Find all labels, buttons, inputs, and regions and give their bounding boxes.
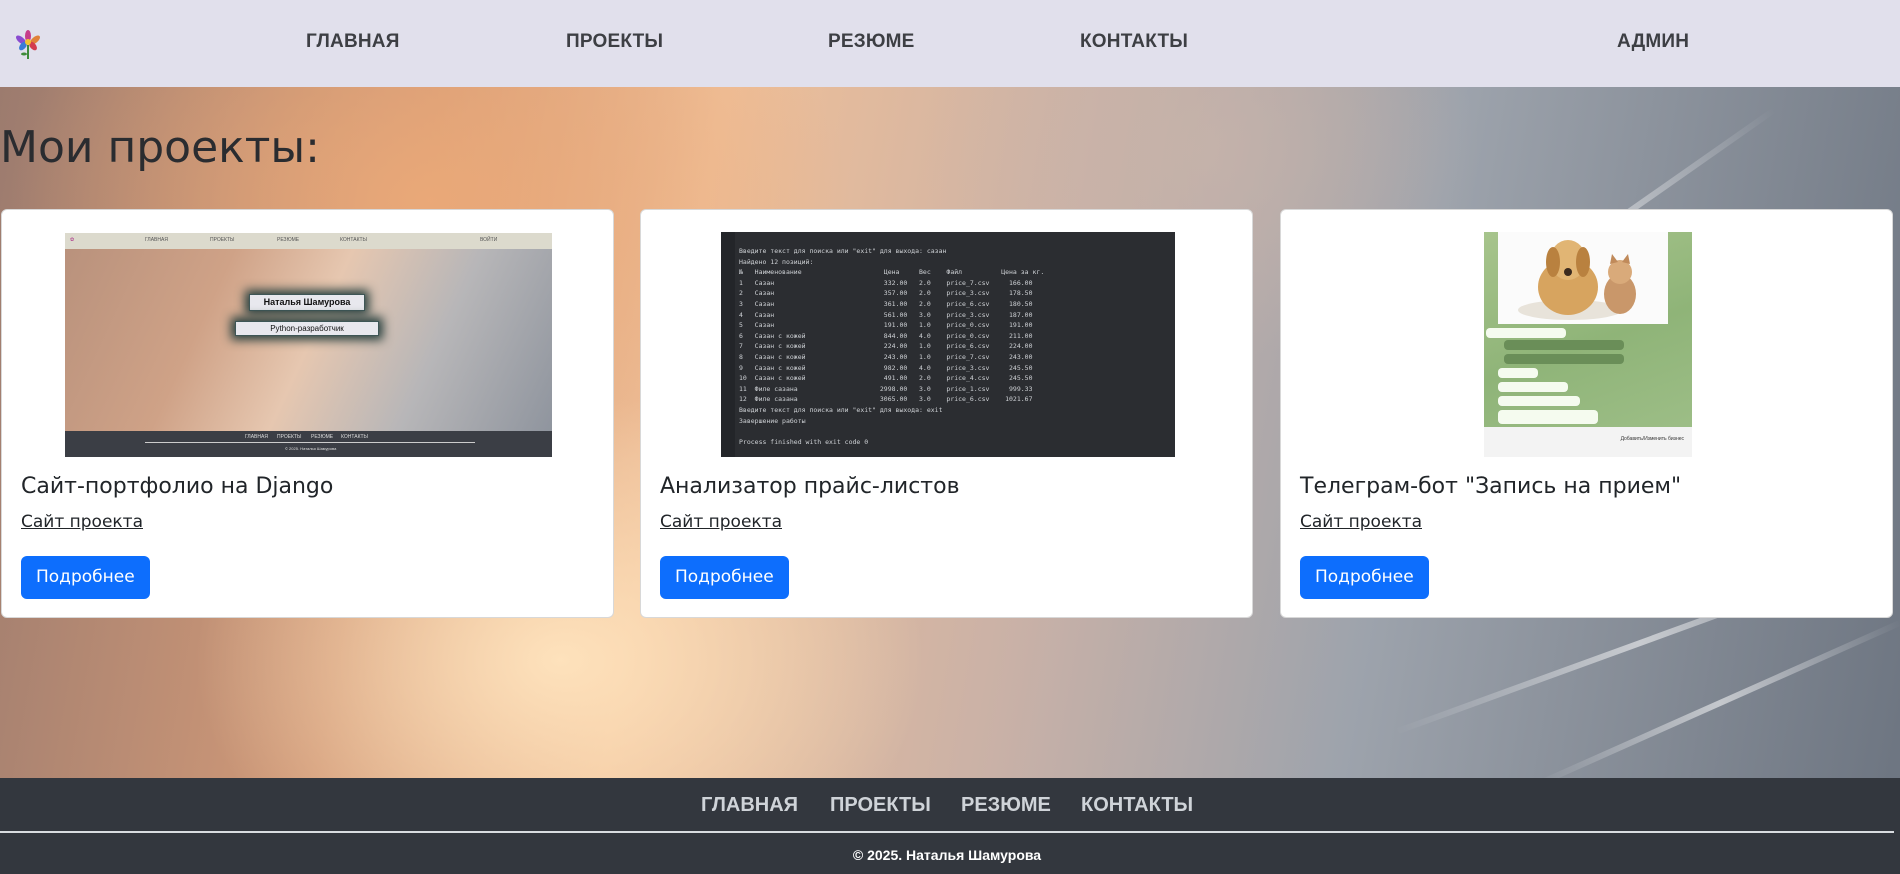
flower-logo-icon[interactable] bbox=[14, 28, 42, 60]
thumb-footer-divider bbox=[145, 442, 475, 443]
terminal-sidebar bbox=[721, 232, 735, 457]
thumb-nav-item: ВОЙТИ bbox=[480, 237, 498, 243]
nav-projects[interactable]: ПРОЕКТЫ bbox=[566, 31, 663, 53]
terminal-output: Введите текст для поиска или "exit" для … bbox=[739, 247, 1045, 446]
footer-link-resume[interactable]: РЕЗЮМЕ bbox=[961, 794, 1051, 817]
project-screenshot: Добавить/Изменить бизнес bbox=[1484, 232, 1692, 457]
nav-home[interactable]: ГЛАВНАЯ bbox=[306, 31, 400, 53]
card-title: Телеграм-бот "Запись на прием" bbox=[1300, 474, 1682, 499]
project-card: Введите текст для поиска или "exit" для … bbox=[640, 209, 1253, 618]
details-button[interactable]: Подробнее bbox=[1300, 556, 1429, 599]
copyright: © 2025. Наталья Шамурова bbox=[852, 847, 1042, 863]
chat-message bbox=[1498, 368, 1538, 378]
thumb-footer-link: ГЛАВНАЯ bbox=[245, 434, 268, 440]
project-screenshot: ✿ ГЛАВНАЯ ПРОЕКТЫ РЕЗЮМЕ КОНТАКТЫ ВОЙТИ … bbox=[65, 233, 552, 457]
project-site-link[interactable]: Сайт проекта bbox=[1300, 512, 1422, 532]
project-screenshot: Введите текст для поиска или "exit" для … bbox=[721, 232, 1175, 457]
chat-message bbox=[1498, 410, 1598, 424]
chat-message bbox=[1498, 396, 1580, 406]
thumb-footer-link: КОНТАКТЫ bbox=[341, 434, 368, 440]
page-title: Мои проекты: bbox=[0, 122, 320, 173]
footer-link-contacts[interactable]: КОНТАКТЫ bbox=[1081, 794, 1193, 817]
footer-link-projects[interactable]: ПРОЕКТЫ bbox=[830, 794, 931, 817]
dog-cat-photo bbox=[1498, 232, 1668, 324]
dog-cat-image bbox=[1518, 240, 1636, 320]
thumb-footer-link: РЕЗЮМЕ bbox=[311, 434, 334, 440]
chat-input-bar: Добавить/Изменить бизнес bbox=[1484, 427, 1692, 457]
project-card: Добавить/Изменить бизнес Телеграм-бот "З… bbox=[1280, 209, 1893, 618]
nav-resume[interactable]: РЕЗЮМЕ bbox=[828, 31, 915, 53]
thumb-nav-item: РЕЗЮМЕ bbox=[277, 237, 300, 243]
flower-logo-icon: ✿ bbox=[70, 237, 75, 243]
thumb-footer-link: ПРОЕКТЫ bbox=[277, 434, 302, 440]
footer: ГЛАВНАЯ ПРОЕКТЫ РЕЗЮМЕ КОНТАКТЫ © 2025. … bbox=[0, 778, 1900, 874]
thumb-footer: ГЛАВНАЯ ПРОЕКТЫ РЕЗЮМЕ КОНТАКТЫ © 2025. … bbox=[65, 431, 552, 457]
project-site-link[interactable]: Сайт проекта bbox=[660, 512, 782, 532]
bot-menu-button: Добавить/Изменить бизнес bbox=[1620, 436, 1684, 442]
thumb-nav-item: ГЛАВНАЯ bbox=[145, 237, 168, 243]
footer-link-home[interactable]: ГЛАВНАЯ bbox=[701, 794, 798, 817]
project-site-link[interactable]: Сайт проекта bbox=[21, 512, 143, 532]
details-button[interactable]: Подробнее bbox=[21, 556, 150, 599]
inline-button bbox=[1504, 354, 1624, 364]
details-button[interactable]: Подробнее bbox=[660, 556, 789, 599]
thumb-role-box: Python-разработчик bbox=[235, 321, 379, 336]
chat-message bbox=[1486, 328, 1566, 338]
thumb-nav-item: ПРОЕКТЫ bbox=[210, 237, 235, 243]
inline-button bbox=[1504, 340, 1624, 350]
nav-admin[interactable]: АДМИН bbox=[1617, 31, 1689, 53]
thumb-nav-item: КОНТАКТЫ bbox=[340, 237, 367, 243]
card-title: Анализатор прайс-листов bbox=[660, 474, 960, 499]
thumb-navbar: ✿ ГЛАВНАЯ ПРОЕКТЫ РЕЗЮМЕ КОНТАКТЫ ВОЙТИ bbox=[65, 233, 552, 249]
thumb-name-box: Наталья Шамурова bbox=[249, 294, 365, 311]
top-navbar: ГЛАВНАЯ ПРОЕКТЫ РЕЗЮМЕ КОНТАКТЫ АДМИН bbox=[0, 0, 1900, 87]
nav-contacts[interactable]: КОНТАКТЫ bbox=[1080, 31, 1188, 53]
project-card: ✿ ГЛАВНАЯ ПРОЕКТЫ РЕЗЮМЕ КОНТАКТЫ ВОЙТИ … bbox=[1, 209, 614, 618]
thumb-copyright: © 2025. Наталья Шамурова bbox=[285, 446, 337, 451]
contrail bbox=[1536, 618, 1900, 788]
footer-divider bbox=[0, 831, 1894, 833]
card-title: Сайт-портфолио на Django bbox=[21, 474, 334, 499]
chat-message bbox=[1498, 382, 1568, 392]
